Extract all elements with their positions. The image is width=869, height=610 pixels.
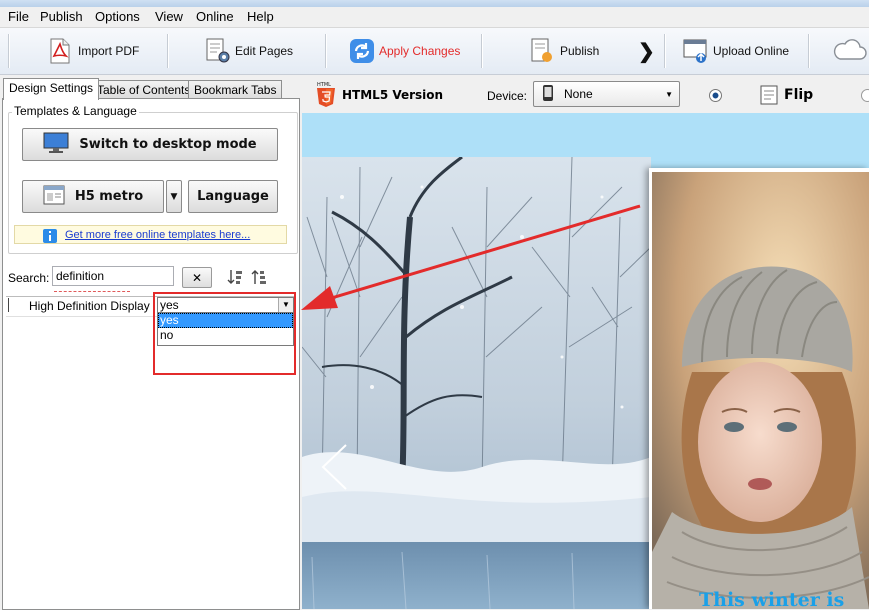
annotation-arrow [301, 204, 641, 310]
tab-design-settings[interactable]: Design Settings [3, 78, 100, 100]
